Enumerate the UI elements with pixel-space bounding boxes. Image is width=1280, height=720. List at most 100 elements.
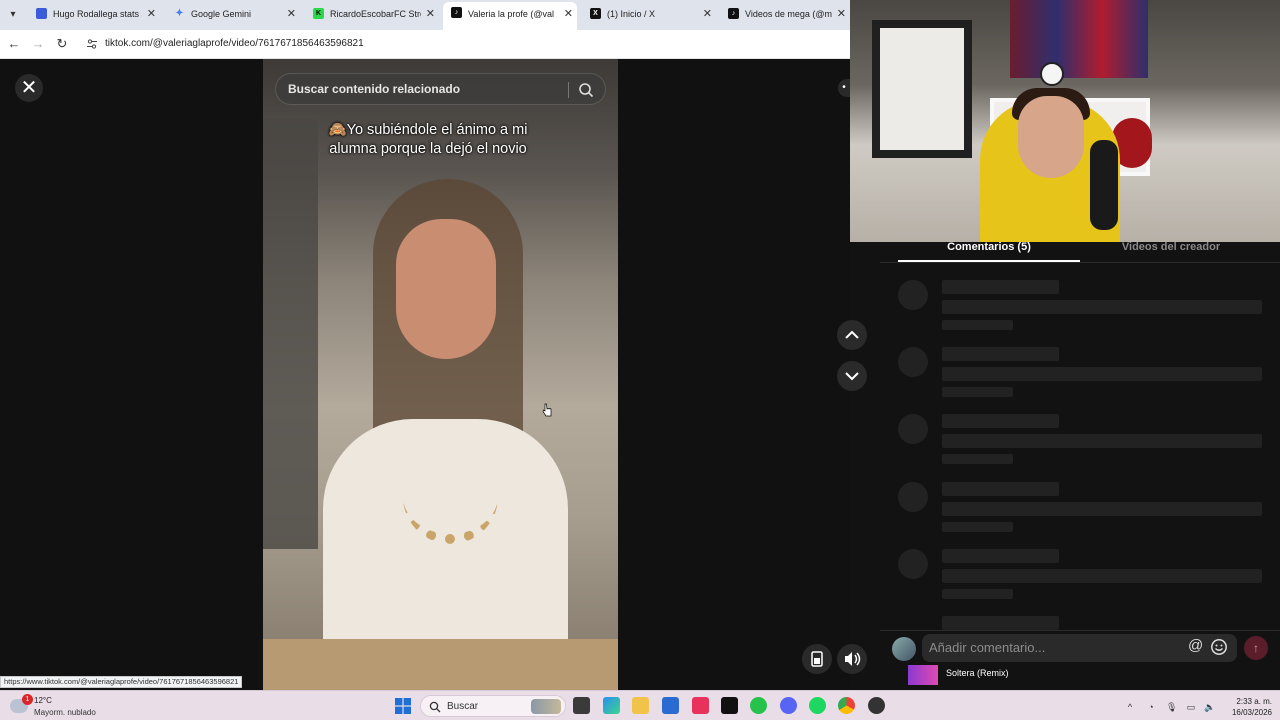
mention-icon[interactable]: @	[1188, 637, 1203, 654]
tab-google-gemini[interactable]: ✦ Google Gemini ✕	[166, 3, 300, 28]
tiktok-icon[interactable]	[721, 697, 738, 714]
comment-skeleton	[898, 616, 1268, 630]
comment-skeleton	[898, 414, 1268, 474]
kick-icon: K	[313, 8, 324, 19]
spotify-icon[interactable]	[809, 697, 826, 714]
tab-label: Valeria la profe (@val	[468, 9, 555, 19]
windows-start-icon[interactable]	[395, 698, 411, 714]
tab-videos-de-mega[interactable]: ♪ Videos de mega (@mega ✕	[720, 3, 850, 28]
jersey	[880, 28, 964, 150]
more-options-icon[interactable]: •	[838, 79, 850, 97]
music-cover	[908, 665, 938, 685]
display-icon[interactable]: ▭	[1186, 702, 1196, 712]
skeleton-avatar	[898, 280, 928, 310]
close-icon[interactable]: ✕	[287, 3, 296, 25]
close-icon[interactable]: ✕	[703, 3, 712, 25]
volume-icon	[845, 652, 861, 666]
tiktok-icon[interactable]	[692, 697, 709, 714]
comment-input[interactable]: Añadir comentario... @	[922, 634, 1237, 662]
video-table	[263, 639, 618, 690]
skeleton-line	[942, 482, 1059, 496]
video-caption: 🙈Yo subiéndole el ánimo a mi alumna porq…	[318, 121, 538, 159]
chrome-icon[interactable]	[838, 697, 855, 714]
previous-video-button[interactable]	[837, 320, 867, 350]
caption-text: Yo subiéndole el ánimo a mi alumna porqu…	[329, 122, 528, 157]
comment-placeholder: Añadir comentario...	[929, 640, 1046, 655]
gemini-icon: ✦	[175, 8, 184, 19]
network-icon[interactable]: ◔	[1146, 702, 1156, 712]
notification-badge: 1	[22, 694, 33, 705]
search-icon	[429, 701, 441, 713]
skeleton-avatar	[898, 549, 928, 579]
site-info-icon[interactable]	[86, 38, 98, 50]
close-icon[interactable]: ✕	[426, 3, 435, 25]
skeleton-avatar	[898, 414, 928, 444]
tiktok-icon: ♪	[451, 7, 462, 18]
speaker-icon[interactable]: 🔈	[1204, 702, 1215, 712]
tab-label: RicardoEscobarFC Stream	[330, 9, 421, 19]
skeleton-line	[942, 387, 1013, 397]
clock-date: 16/03/2026	[1231, 708, 1272, 717]
address-bar[interactable]: tiktok.com/@valeriaglaprofe/video/761767…	[80, 33, 850, 55]
volume-button[interactable]	[837, 644, 867, 674]
taskbar-search[interactable]: Buscar	[420, 695, 566, 717]
floating-player-icon	[811, 651, 823, 667]
tiktok-icon: ♪	[728, 8, 739, 19]
music-title: Soltera (Remix)	[946, 668, 1009, 678]
skeleton-line	[942, 616, 1059, 630]
tab-valeria-la-profe[interactable]: ♪ Valeria la profe (@val ✕	[443, 2, 577, 30]
tab-creator-videos[interactable]: Videos del creador	[1080, 242, 1262, 262]
skeleton-line	[942, 367, 1262, 381]
comment-skeleton	[898, 280, 1268, 340]
taskbar-search-label: Buscar	[447, 701, 479, 712]
close-icon[interactable]: ✕	[147, 3, 156, 25]
close-icon[interactable]: ✕	[564, 2, 573, 26]
comments-panel: Comentarios (5) Videos del creador Añadi…	[880, 242, 1280, 690]
chevron-up-icon	[845, 330, 859, 339]
music-strip[interactable]: Soltera (Remix)	[908, 665, 1268, 687]
search-divider	[568, 82, 569, 98]
skeleton-line	[942, 502, 1262, 516]
search-icon[interactable]	[578, 82, 594, 98]
user-avatar[interactable]	[892, 637, 916, 661]
url-text: tiktok.com/@valeriaglaprofe/video/761767…	[105, 38, 364, 49]
discord-icon[interactable]	[780, 697, 797, 714]
skeleton-line	[942, 414, 1059, 428]
comment-skeleton	[898, 482, 1268, 542]
next-video-button[interactable]	[837, 361, 867, 391]
forward-icon[interactable]: →	[28, 34, 48, 54]
tab-search-icon[interactable]: ▾	[4, 6, 22, 24]
webcam-overlay	[850, 0, 1280, 242]
close-video-button[interactable]: ✕	[15, 74, 43, 102]
tab-label: Hugo Rodallega stats and	[53, 9, 142, 19]
emoji-icon[interactable]	[1210, 638, 1228, 656]
task-view-icon[interactable]	[573, 697, 590, 714]
video-player[interactable]: Buscar contenido relacionado 🙈Yo subiénd…	[263, 59, 618, 690]
skeleton-avatar	[898, 347, 928, 377]
tab-ricardo-escobar[interactable]: K RicardoEscobarFC Stream ✕	[305, 3, 439, 28]
tab-hugo-rodallega[interactable]: Hugo Rodallega stats and ✕	[28, 3, 160, 28]
streamer-face	[1018, 96, 1084, 178]
floating-player-button[interactable]	[802, 644, 832, 674]
send-comment-button[interactable]: ↑	[1244, 636, 1268, 660]
hand-cursor-icon	[542, 403, 552, 417]
store-icon[interactable]	[662, 697, 679, 714]
search-highlight-image	[531, 699, 561, 714]
tab-x-inicio[interactable]: X (1) Inicio / X ✕	[582, 3, 716, 28]
tab-comments[interactable]: Comentarios (5)	[898, 242, 1080, 262]
back-icon[interactable]: ←	[4, 34, 24, 54]
close-icon[interactable]: ✕	[837, 3, 846, 25]
skeleton-line	[942, 434, 1262, 448]
weather-widget[interactable]: 1 12°C Mayorm. nublado	[8, 694, 118, 720]
clock[interactable]: 2:33 a. m. 16/03/2026	[1222, 696, 1272, 718]
reload-icon[interactable]: ↻	[52, 34, 72, 54]
microphone	[1090, 140, 1118, 230]
related-search-bar[interactable]: Buscar contenido relacionado	[275, 73, 606, 105]
whatsapp-icon[interactable]	[750, 697, 767, 714]
microphone-icon[interactable]: 🎙	[1166, 702, 1177, 712]
edge-icon[interactable]	[603, 697, 620, 714]
folder-icon[interactable]	[632, 697, 649, 714]
app-icon[interactable]	[868, 697, 885, 714]
monkey-emoji-icon: 🙈	[328, 122, 347, 138]
chevron-up-icon[interactable]: ^	[1125, 702, 1135, 712]
